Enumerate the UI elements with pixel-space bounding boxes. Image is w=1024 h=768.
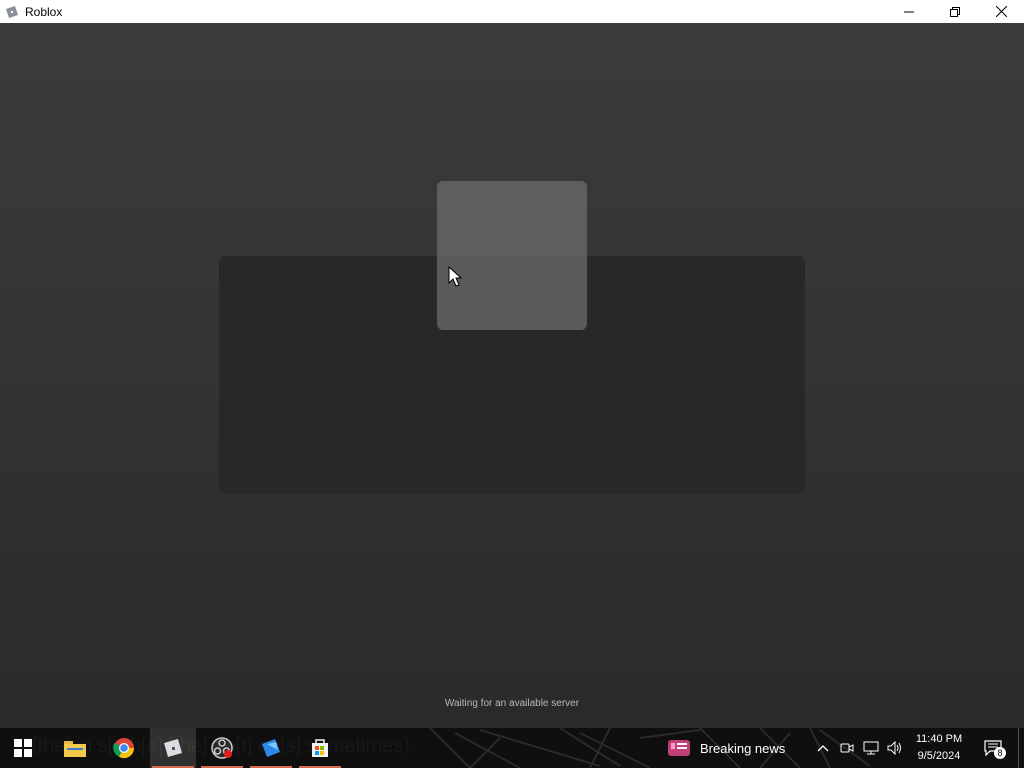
volume-icon: [887, 741, 901, 755]
game-thumbnail-placeholder: [437, 181, 587, 330]
clock-date: 9/5/2024: [917, 750, 961, 762]
notification-count-badge: 8: [994, 747, 1006, 759]
meet-now-icon: [840, 743, 854, 753]
roblox-player-icon: [164, 739, 182, 757]
clock-time: 11:40 PM: [915, 733, 963, 745]
microsoft-store-button[interactable]: [297, 728, 343, 768]
restore-button[interactable]: [932, 0, 978, 23]
taskbar: [the] in s[n]h[e] [the] oo[t] ep[s] some…: [0, 728, 1024, 768]
obs-icon: [211, 737, 233, 759]
roblox-app-icon: [5, 5, 19, 19]
show-desktop-button[interactable]: [1018, 728, 1024, 768]
roblox-studio-button[interactable]: [248, 728, 294, 768]
window-title: Roblox: [25, 4, 63, 19]
show-hidden-icons-button[interactable]: [812, 728, 834, 768]
roblox-player-button[interactable]: [150, 728, 196, 768]
close-icon: [995, 6, 1007, 17]
start-icon: [14, 739, 32, 757]
microsoft-store-icon: [312, 739, 328, 757]
restore-icon: [950, 6, 960, 17]
chrome-button[interactable]: [101, 728, 147, 768]
close-button[interactable]: [978, 0, 1024, 23]
volume-button[interactable]: [884, 728, 906, 768]
obs-button[interactable]: [199, 728, 245, 768]
chrome-icon: [113, 738, 135, 759]
chevron-up-icon: [817, 745, 829, 752]
roblox-studio-icon: [262, 739, 280, 757]
file-explorer-button[interactable]: [52, 728, 98, 768]
system-clock[interactable]: 11:40 PM 9/5/2024: [906, 731, 972, 765]
mouse-cursor-icon: [448, 266, 462, 287]
network-button[interactable]: [860, 728, 882, 768]
meet-now-button[interactable]: [837, 728, 857, 768]
minimize-icon: [904, 11, 914, 12]
news-label: Breaking news: [700, 740, 786, 756]
file-explorer-icon: [64, 741, 86, 757]
news-icon: [668, 740, 690, 756]
network-icon: [863, 741, 879, 755]
news-widget[interactable]: Breaking news: [668, 728, 785, 768]
game-viewport[interactable]: Waiting for an available server: [0, 23, 1024, 728]
loading-status-text: Waiting for an available server: [444, 698, 580, 709]
minimize-button[interactable]: [886, 0, 932, 23]
window-title-bar[interactable]: Roblox: [0, 0, 1024, 23]
action-center-button[interactable]: 8: [978, 728, 1008, 768]
start-button[interactable]: [0, 728, 46, 768]
